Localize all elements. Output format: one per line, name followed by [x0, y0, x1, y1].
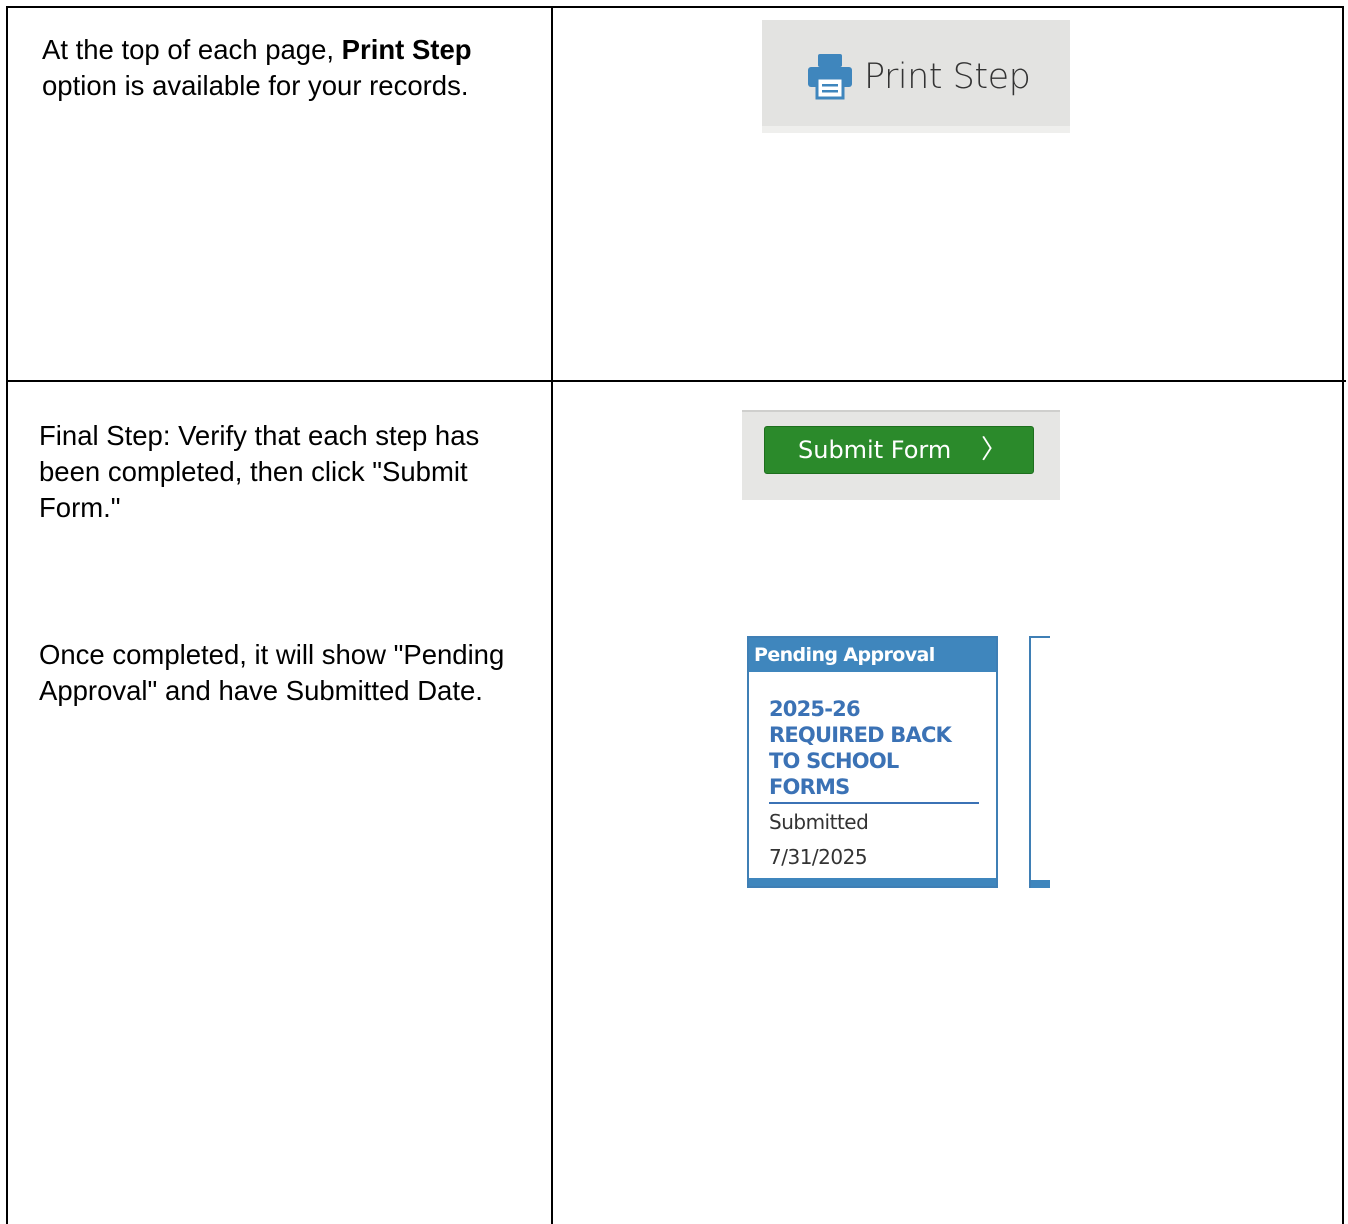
- table-border-right: [1342, 6, 1344, 1224]
- card-footer-bar: [1031, 880, 1050, 888]
- final-step-instruction: Final Step: Verify that each step has be…: [39, 420, 480, 523]
- submitted-label: Submitted: [769, 810, 869, 834]
- submit-form-label: Submit Form: [798, 436, 952, 464]
- table-border-top: [6, 6, 1344, 8]
- description-bold: Print Step: [341, 34, 472, 65]
- submitted-date: 7/31/2025: [769, 845, 868, 869]
- status-badge: Pending Approval: [749, 638, 996, 672]
- description-suffix: option is available for your records.: [42, 70, 469, 101]
- submit-form-button[interactable]: Submit Form 〉: [764, 426, 1034, 474]
- print-step-button[interactable]: Print Step: [864, 56, 1031, 98]
- description-prefix: At the top of each page,: [42, 34, 342, 65]
- card-footer-bar: [749, 878, 996, 886]
- toolbar-shadow: [762, 126, 1070, 133]
- completion-note: Once completed, it will show "Pending Ap…: [39, 639, 505, 706]
- form-status-card[interactable]: Pending Approval 2025-26 REQUIRED BACK T…: [747, 636, 998, 888]
- table-column-divider: [551, 6, 553, 1224]
- chevron-right-icon: 〉: [981, 435, 1008, 465]
- document-table: [6, 6, 1344, 1224]
- next-form-card-partial[interactable]: [1029, 636, 1050, 888]
- print-step-description: At the top of each page, Print Step opti…: [42, 32, 522, 104]
- table-border-left: [6, 6, 8, 1224]
- form-title-link[interactable]: 2025-26 REQUIRED BACK TO SCHOOL FORMS: [769, 696, 979, 804]
- printer-icon[interactable]: [806, 52, 854, 100]
- table-row-divider: [6, 380, 1346, 382]
